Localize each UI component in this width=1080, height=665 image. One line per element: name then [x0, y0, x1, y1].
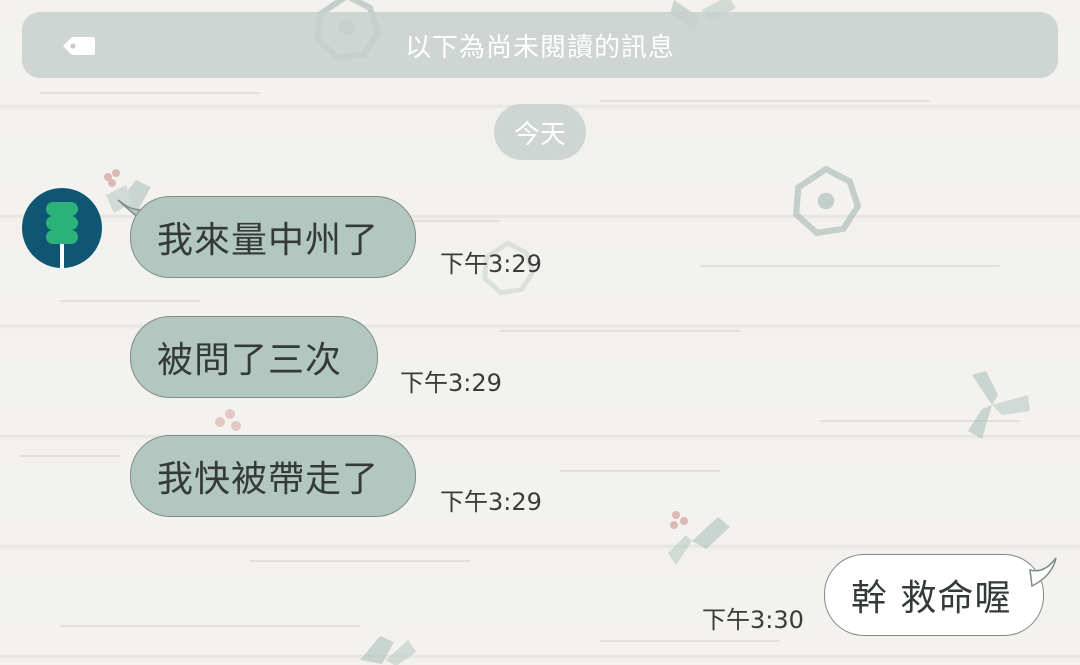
snowflake-icon [792, 165, 862, 237]
message-timestamp: 下午3:29 [440, 488, 542, 516]
message-timestamp: 下午3:29 [440, 250, 542, 278]
message-text: 我快被帶走了 [157, 459, 380, 500]
message-bubble-incoming[interactable]: 我來量中州了 [130, 196, 416, 278]
message-bubble-incoming[interactable]: 我快被帶走了 [130, 435, 416, 517]
holly-icon [360, 636, 416, 665]
message-bubble-incoming[interactable]: 被問了三次 [130, 316, 378, 398]
holly-icon [968, 371, 1030, 439]
holly-icon [668, 511, 730, 565]
tag-icon [63, 37, 95, 55]
contact-avatar[interactable] [22, 188, 102, 268]
message-timestamp: 下午3:30 [702, 606, 804, 634]
message-text: 被問了三次 [157, 340, 343, 381]
message-bubble-outgoing[interactable]: 幹 救命喔 [824, 554, 1044, 636]
unread-messages-banner[interactable]: 以下為尚未閱讀的訊息 [22, 12, 1058, 78]
date-divider: 今天 [494, 104, 586, 160]
unread-banner-text: 以下為尚未閱讀的訊息 [404, 32, 675, 63]
bubble-tail [1029, 557, 1057, 588]
message-timestamp: 下午3:29 [400, 369, 502, 397]
message-text: 幹 救命喔 [851, 578, 1012, 619]
message-text: 我來量中州了 [157, 220, 380, 261]
